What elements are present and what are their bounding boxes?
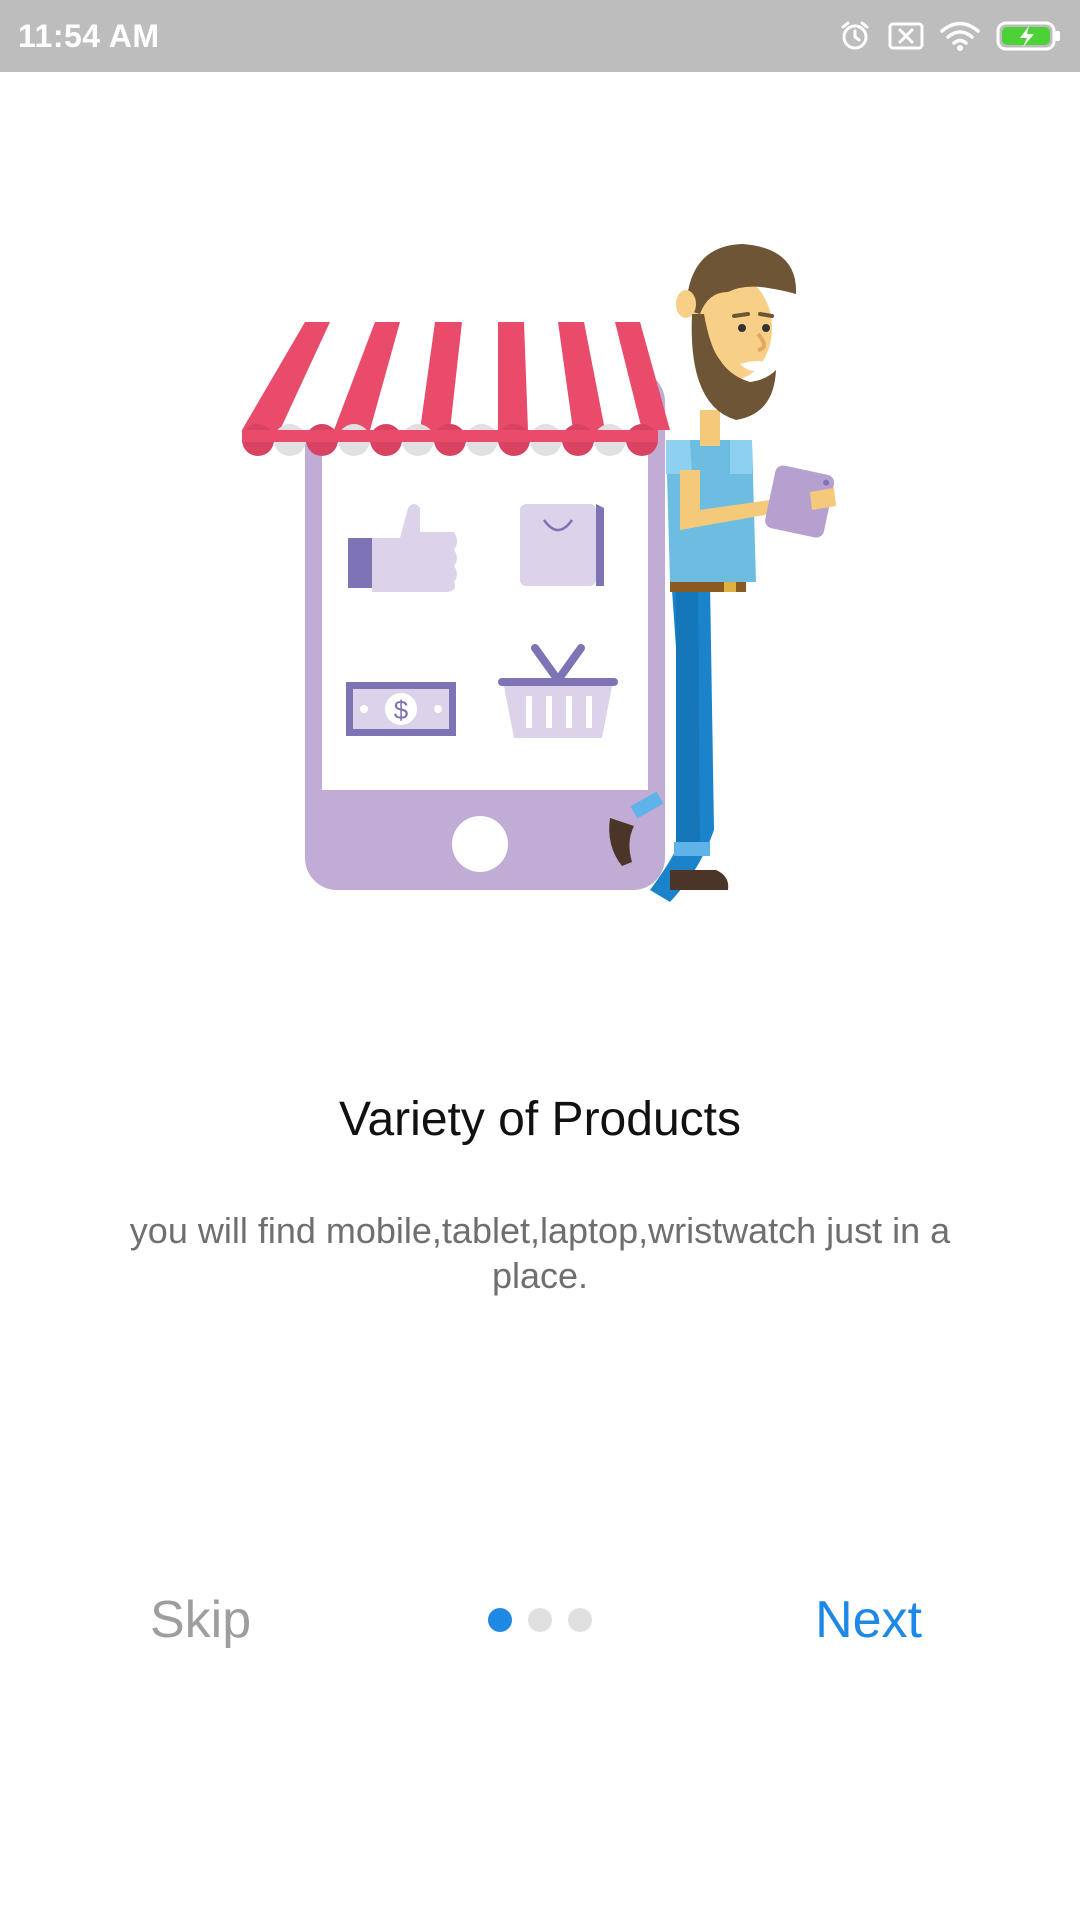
shop-phone-illustration: $	[230, 230, 850, 910]
status-bar: 11:54 AM	[0, 0, 1080, 72]
skip-button[interactable]: Skip	[150, 1590, 251, 1650]
page-dot-3	[568, 1608, 592, 1632]
status-icons	[838, 14, 1062, 58]
svg-text:$: $	[394, 695, 409, 725]
battery-charging-icon	[996, 20, 1062, 52]
page-subtitle: you will find mobile,tablet,laptop,wrist…	[129, 1210, 951, 1296]
awning-icon	[242, 322, 670, 456]
shopping-bag-icon	[520, 504, 604, 586]
alarm-icon	[838, 19, 872, 53]
status-time: 11:54 AM	[18, 18, 160, 54]
next-button[interactable]: Next	[815, 1590, 922, 1650]
dollar-bill-icon: $	[346, 682, 456, 736]
page-dot-2	[528, 1608, 552, 1632]
onboarding-screen: 11:54 AM $ Variety of Products you will …	[0, 0, 1080, 1920]
wifi-icon	[940, 20, 980, 52]
page-title: Variety of Products	[339, 1093, 741, 1146]
sim-error-icon	[888, 21, 924, 51]
page-indicator	[488, 1608, 592, 1632]
onboarding-nav: Skip Next	[0, 1580, 1080, 1660]
page-dot-1	[488, 1608, 512, 1632]
